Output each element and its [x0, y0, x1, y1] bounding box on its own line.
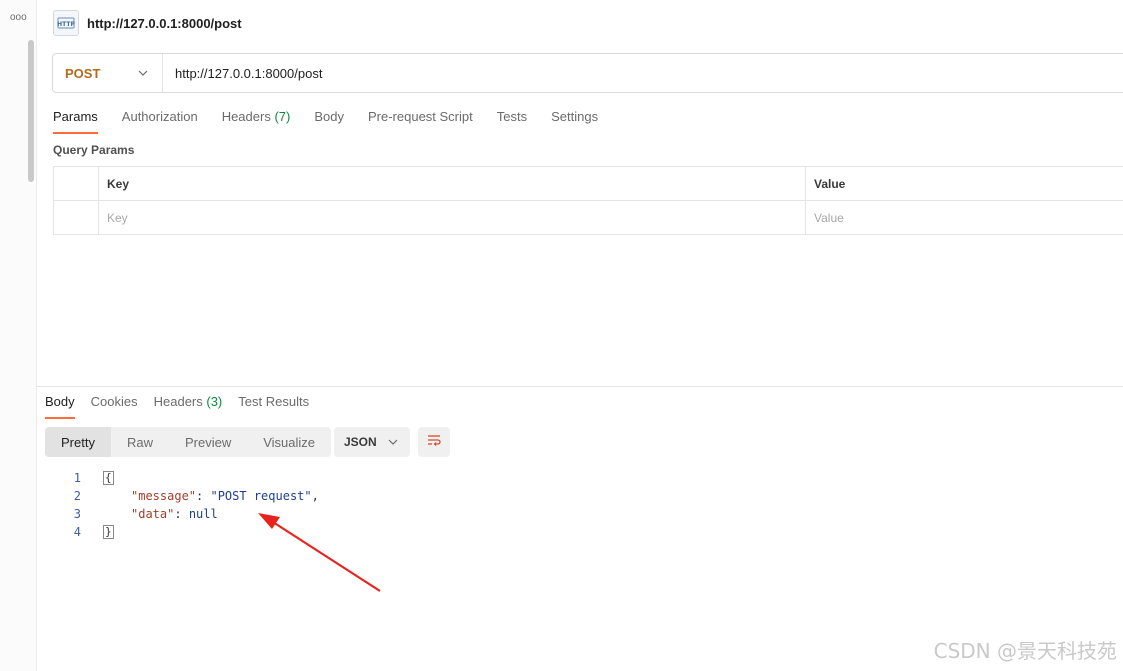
view-visualize-button[interactable]: Visualize: [247, 427, 331, 457]
view-raw-button[interactable]: Raw: [111, 427, 169, 457]
json-comma: ,: [311, 489, 319, 503]
key-input[interactable]: Key: [99, 201, 806, 234]
line-number: 1: [73, 471, 81, 485]
tab-settings[interactable]: Settings: [551, 109, 598, 134]
method-label: POST: [65, 65, 101, 81]
view-pretty-button[interactable]: Pretty: [45, 427, 111, 457]
format-label: JSON: [344, 435, 377, 449]
checkbox-column-header: [54, 167, 99, 200]
chevron-down-icon: [136, 66, 150, 80]
value-column-header: Value: [806, 167, 1123, 200]
table-header-row: Key Value: [54, 167, 1123, 201]
line-number: 4: [73, 525, 81, 539]
value-input[interactable]: Value: [806, 201, 1123, 234]
response-headers-count: (3): [206, 394, 223, 409]
tab-response-body[interactable]: Body: [45, 394, 75, 419]
view-mode-group: Pretty Raw Preview Visualize: [45, 427, 332, 457]
tab-prerequest-script[interactable]: Pre-request Script: [368, 109, 473, 134]
tab-headers-label: Headers: [221, 109, 271, 124]
response-tabs: Body Cookies Headers (3) Test Results: [45, 394, 325, 419]
key-column-header: Key: [99, 167, 806, 200]
request-title[interactable]: http://127.0.0.1:8000/post: [87, 16, 242, 31]
left-rail: ooo: [0, 0, 37, 671]
code-line: 1 {: [55, 469, 319, 487]
request-header: HTTP http://127.0.0.1:8000/post: [53, 10, 242, 36]
query-params-table: Key Value Key Value: [53, 166, 1123, 235]
annotation-arrow: [258, 513, 381, 592]
json-key: "data": [131, 507, 175, 521]
http-file-icon: HTTP: [53, 10, 79, 36]
tab-authorization[interactable]: Authorization: [122, 109, 198, 134]
method-select[interactable]: POST: [53, 54, 163, 92]
table-row: Key Value: [54, 201, 1123, 235]
tab-body[interactable]: Body: [314, 109, 344, 134]
tab-params[interactable]: Params: [53, 109, 98, 134]
row-checkbox-cell[interactable]: [54, 201, 99, 234]
sidebar-scrollbar[interactable]: [28, 40, 34, 182]
json-null-value: null: [188, 507, 218, 521]
url-bar: POST http://127.0.0.1:8000/post: [52, 53, 1123, 93]
tab-tests[interactable]: Tests: [497, 109, 527, 134]
view-preview-button[interactable]: Preview: [169, 427, 247, 457]
request-tabs: Params Authorization Headers (7) Body Pr…: [53, 109, 622, 134]
url-input[interactable]: http://127.0.0.1:8000/post: [163, 66, 322, 81]
line-number: 3: [73, 507, 81, 521]
tab-headers[interactable]: Headers (7): [222, 109, 291, 134]
json-colon: :: [196, 489, 211, 503]
watermark: CSDN @景天科技苑: [933, 639, 1117, 663]
tab-test-results[interactable]: Test Results: [238, 394, 309, 419]
json-colon: :: [174, 507, 189, 521]
json-string-value: "POST request": [210, 489, 312, 503]
tab-cookies[interactable]: Cookies: [91, 394, 138, 419]
close-brace: }: [103, 525, 114, 539]
query-params-label: Query Params: [53, 143, 135, 157]
code-line: 2 "message" : "POST request" ,: [55, 487, 319, 505]
json-key: "message": [131, 489, 197, 503]
chevron-down-icon: [386, 435, 400, 449]
headers-count: (7): [274, 109, 291, 124]
svg-text:HTTP: HTTP: [57, 21, 75, 28]
pane-divider[interactable]: [37, 386, 1123, 387]
more-options-icon[interactable]: ooo: [10, 12, 27, 23]
open-brace: {: [103, 471, 114, 485]
format-select[interactable]: JSON: [334, 427, 410, 457]
wrap-lines-icon: [426, 433, 442, 452]
line-number: 2: [73, 489, 81, 503]
tab-response-headers[interactable]: Headers (3): [154, 394, 223, 419]
wrap-lines-button[interactable]: [418, 427, 450, 457]
tab-response-headers-label: Headers: [153, 394, 203, 409]
